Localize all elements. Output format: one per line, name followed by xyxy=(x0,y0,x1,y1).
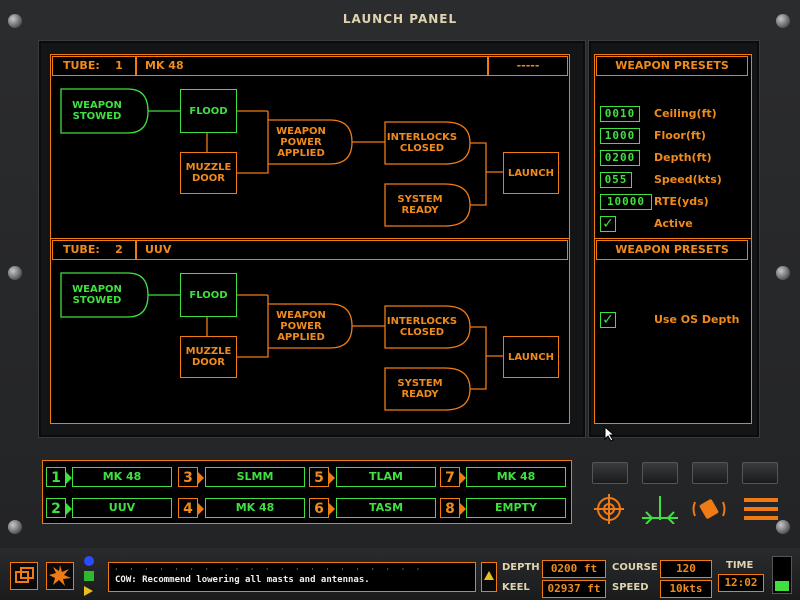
control-button-2[interactable] xyxy=(642,462,678,484)
tube-1-muzzle-door-button[interactable]: MUZZLE DOOR xyxy=(180,152,237,194)
tube-1-system-ready: SYSTEM READY xyxy=(397,194,443,216)
ceiling-label: Ceiling(ft) xyxy=(654,107,717,120)
mouse-cursor-icon xyxy=(604,426,616,442)
presets-2-screen xyxy=(594,238,752,424)
floor-label: Floor(ft) xyxy=(654,129,706,142)
slot-2-weapon-button[interactable]: UUV xyxy=(72,498,172,518)
status-light-green-icon xyxy=(84,571,94,581)
slot-6-number[interactable]: 6 xyxy=(309,498,335,518)
depth-label: Depth(ft) xyxy=(654,151,712,164)
message-dots: · · · · · · · · · · · · · · · · · · · · … xyxy=(115,565,425,574)
active-checkbox[interactable]: ✓ xyxy=(600,216,616,232)
menu-icon[interactable] xyxy=(744,496,778,522)
time-label: TIME xyxy=(726,560,754,571)
speed-label: Speed(kts) xyxy=(654,173,722,186)
tube-1-flood-button[interactable]: FLOOD xyxy=(180,89,237,133)
course-value: 120 xyxy=(660,560,712,578)
slot-8-weapon-button[interactable]: EMPTY xyxy=(466,498,566,518)
active-label: Active xyxy=(654,217,693,230)
slot-3-weapon-button[interactable]: SLMM xyxy=(205,467,305,487)
message-text: COW: Recommend lowering all masts and an… xyxy=(115,575,370,585)
depth-input[interactable]: 0200 xyxy=(600,150,640,166)
time-value: 12:02 xyxy=(718,574,764,592)
tube-2-weapon-power[interactable]: WEAPON POWER APPLIED xyxy=(268,304,334,348)
slot-4-number[interactable]: 4 xyxy=(178,498,204,518)
power-gauge xyxy=(772,556,792,594)
slot-8-number[interactable]: 8 xyxy=(440,498,466,518)
floor-input[interactable]: 1000 xyxy=(600,128,640,144)
speed-input[interactable]: 055 xyxy=(600,172,632,188)
windows-icon xyxy=(15,567,34,583)
countermeasure-icon[interactable] xyxy=(692,494,726,524)
tube-status-icon[interactable] xyxy=(640,494,680,524)
slot-7-number[interactable]: 7 xyxy=(440,467,466,487)
slot-6-weapon-button[interactable]: TASM xyxy=(336,498,436,518)
depth-value: 0200 ft xyxy=(542,560,606,578)
tube-1-weapon-power[interactable]: WEAPON POWER APPLIED xyxy=(268,120,334,164)
slot-5-weapon-button[interactable]: TLAM xyxy=(336,467,436,487)
target-crosshair-icon[interactable] xyxy=(594,494,624,524)
power-gauge-fill xyxy=(775,581,789,591)
explosion-button[interactable] xyxy=(46,562,74,590)
tube-1-launch-button[interactable]: LAUNCH xyxy=(503,152,559,194)
use-os-depth-label: Use OS Depth xyxy=(654,313,740,326)
control-button-4[interactable] xyxy=(742,462,778,484)
use-os-depth-checkbox[interactable]: ✓ xyxy=(600,312,616,328)
slot-7-weapon-button[interactable]: MK 48 xyxy=(466,467,566,487)
tube-2-muzzle-door-button[interactable]: MUZZLE DOOR xyxy=(180,336,237,378)
window-switch-button[interactable] xyxy=(10,562,38,590)
slot-5-number[interactable]: 5 xyxy=(309,467,335,487)
play-icon[interactable] xyxy=(84,586,93,596)
tube-2-weapon-stowed: WEAPON STOWED xyxy=(72,284,122,306)
arrow-up-icon xyxy=(484,571,494,580)
speed-value: 10kts xyxy=(660,580,712,598)
keel-label: KEEL xyxy=(502,582,530,593)
speed-label-status: SPEED xyxy=(612,582,649,593)
status-light-blue-icon xyxy=(84,556,94,566)
tube-1-weapon-stowed: WEAPON STOWED xyxy=(72,100,122,122)
explosion-icon xyxy=(49,565,71,586)
rte-label: RTE(yds) xyxy=(654,195,709,208)
keel-value: 02937 ft xyxy=(542,580,606,598)
ceiling-input[interactable]: 0010 xyxy=(600,106,640,122)
course-label: COURSE xyxy=(612,562,658,573)
presets-1-header: WEAPON PRESETS xyxy=(596,56,748,76)
control-button-3[interactable] xyxy=(692,462,728,484)
slot-3-number[interactable]: 3 xyxy=(178,467,204,487)
tube-2-system-ready: SYSTEM READY xyxy=(397,378,443,400)
slot-2-number[interactable]: 2 xyxy=(46,498,72,518)
tube-2-interlocks: INTERLOCKS CLOSED xyxy=(386,316,458,338)
control-button-1[interactable] xyxy=(592,462,628,484)
tube-1-interlocks: INTERLOCKS CLOSED xyxy=(386,132,458,154)
tube-2-flood-button[interactable]: FLOOD xyxy=(180,273,237,317)
slot-1-number[interactable]: 1 xyxy=(46,467,72,487)
tube-2-launch-button[interactable]: LAUNCH xyxy=(503,336,559,378)
message-scroll-button[interactable] xyxy=(481,562,497,592)
slot-1-weapon-button[interactable]: MK 48 xyxy=(72,467,172,487)
presets-2-header: WEAPON PRESETS xyxy=(596,240,748,260)
message-box: · · · · · · · · · · · · · · · · · · · · … xyxy=(108,562,476,592)
presets-1-screen xyxy=(594,54,752,240)
rte-input[interactable]: 10000 xyxy=(600,194,652,210)
depth-label: DEPTH xyxy=(502,562,540,573)
slot-4-weapon-button[interactable]: MK 48 xyxy=(205,498,305,518)
